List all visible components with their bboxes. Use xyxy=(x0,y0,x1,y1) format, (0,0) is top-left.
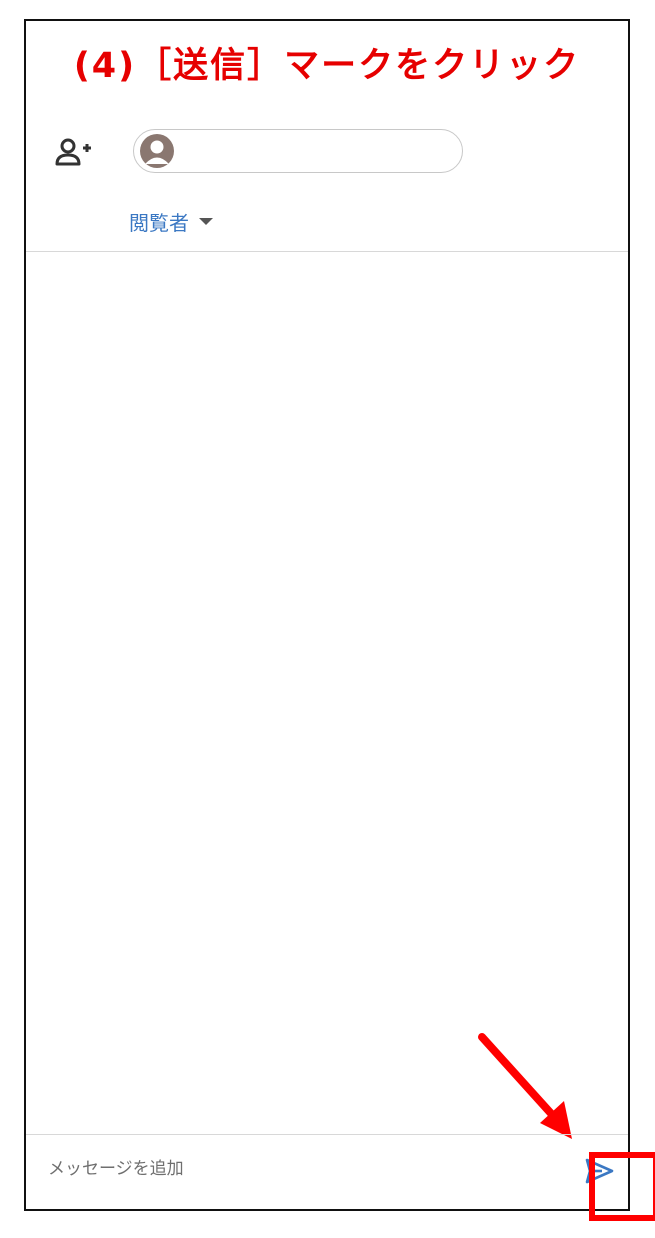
account-circle-icon xyxy=(140,134,174,168)
highlight-box xyxy=(589,1152,655,1221)
role-selector[interactable]: 閲覧者 xyxy=(129,206,213,236)
message-input[interactable] xyxy=(48,1151,548,1187)
instruction-caption: (4)［送信］マークをクリック xyxy=(73,46,581,86)
divider xyxy=(26,251,628,252)
caret-down-icon xyxy=(199,217,213,225)
recipient-input[interactable] xyxy=(133,129,463,173)
role-label: 閲覧者 xyxy=(129,210,189,235)
pointer-arrow xyxy=(478,1033,572,1139)
divider xyxy=(26,1134,628,1135)
person-add-icon[interactable] xyxy=(54,136,94,172)
share-screen: (4)［送信］マークをクリック 閲覧者 xyxy=(24,19,655,1221)
